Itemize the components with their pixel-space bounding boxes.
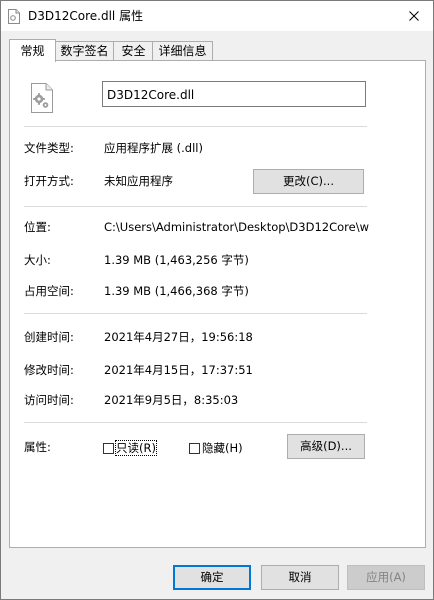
opens-with-label: 打开方式: — [24, 174, 74, 188]
tab-general[interactable]: 常规 — [9, 39, 56, 62]
opens-with-value: 未知应用程序 — [104, 174, 173, 188]
separator — [24, 422, 367, 423]
tab-details[interactable]: 详细信息 — [152, 41, 213, 61]
size-on-disk-value: 1.39 MB (1,466,368 字节) — [104, 284, 249, 298]
ok-button[interactable]: 确定 — [173, 565, 251, 590]
hidden-label[interactable]: 隐藏(H) — [202, 441, 243, 455]
size-value: 1.39 MB (1,463,256 字节) — [104, 253, 249, 267]
general-panel — [9, 60, 426, 548]
close-icon — [409, 11, 419, 21]
readonly-checkbox[interactable] — [103, 443, 114, 454]
modified-value: 2021年4月15日，17:37:51 — [104, 363, 253, 377]
tab-digital-signatures[interactable]: 数字签名 — [54, 41, 115, 61]
change-button[interactable]: 更改(C)... — [253, 169, 364, 194]
window-title: D3D12Core.dll 属性 — [28, 9, 144, 23]
dll-file-icon — [8, 9, 20, 24]
hidden-checkbox[interactable] — [189, 443, 200, 454]
advanced-button[interactable]: 高级(D)... — [287, 434, 365, 459]
attributes-label: 属性: — [24, 440, 51, 454]
location-value[interactable]: C:\Users\Administrator\Desktop\D3D12Core… — [104, 220, 369, 234]
properties-dialog: D3D12Core.dll 属性 常规 数字签名 安全 详细信息 D3D12Co… — [0, 0, 434, 600]
close-button[interactable] — [399, 3, 429, 29]
size-label: 大小: — [24, 253, 51, 267]
tab-security[interactable]: 安全 — [113, 41, 154, 61]
dll-file-gear-icon — [26, 82, 58, 114]
file-type-label: 文件类型: — [24, 141, 74, 155]
created-value: 2021年4月27日，19:56:18 — [104, 330, 253, 344]
readonly-label[interactable]: 只读(R) — [115, 440, 157, 456]
created-label: 创建时间: — [24, 330, 74, 344]
apply-button[interactable]: 应用(A) — [347, 565, 425, 590]
tab-strip: 常规 数字签名 安全 详细信息 — [9, 39, 425, 62]
cancel-button[interactable]: 取消 — [261, 565, 339, 590]
separator — [24, 313, 367, 314]
accessed-value: 2021年9月5日，8:35:03 — [104, 393, 239, 407]
file-name-field[interactable]: D3D12Core.dll — [102, 81, 366, 107]
separator — [24, 126, 367, 127]
title-bar[interactable]: D3D12Core.dll 属性 — [1, 1, 433, 31]
size-on-disk-label: 占用空间: — [24, 284, 74, 298]
location-label: 位置: — [24, 220, 51, 234]
modified-label: 修改时间: — [24, 363, 74, 377]
separator — [24, 206, 367, 207]
file-type-value: 应用程序扩展 (.dll) — [104, 141, 203, 155]
accessed-label: 访问时间: — [24, 393, 74, 407]
